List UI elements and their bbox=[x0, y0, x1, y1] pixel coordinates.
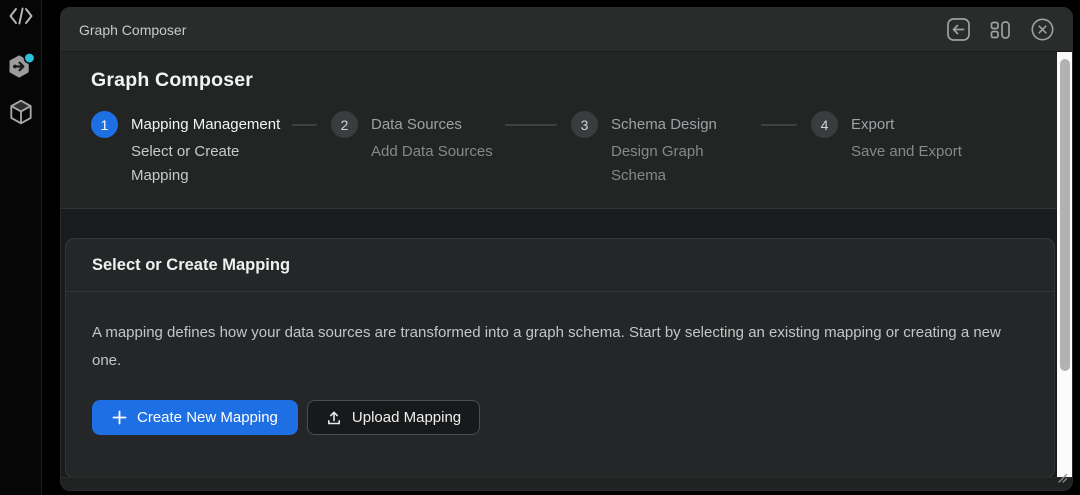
step-sublabel: Design Graph Schema bbox=[611, 143, 704, 184]
step-label: Schema Design bbox=[611, 116, 717, 133]
step-label: Mapping Management bbox=[131, 116, 281, 133]
step-data-sources[interactable]: 2 Data Sources Add Data Sources bbox=[331, 111, 571, 187]
notification-badge bbox=[23, 52, 35, 64]
step-connector bbox=[761, 124, 797, 126]
step-mapping-management[interactable]: 1 Mapping Management Select or Create Ma… bbox=[91, 111, 331, 187]
close-icon[interactable] bbox=[1029, 17, 1055, 43]
create-new-mapping-button[interactable]: Create New Mapping bbox=[92, 400, 298, 435]
back-icon[interactable] bbox=[945, 17, 971, 43]
code-icon[interactable] bbox=[6, 2, 36, 30]
scrollbar-track[interactable] bbox=[1057, 52, 1072, 477]
select-or-create-mapping-card: Select or Create Mapping A mapping defin… bbox=[65, 238, 1055, 477]
step-connector bbox=[504, 124, 557, 126]
scroll-content: Graph Composer 1 Mapping Management Sele… bbox=[61, 52, 1057, 477]
step-number-badge: 4 bbox=[811, 111, 838, 138]
card-actions: Create New Mapping Upload Mapping bbox=[92, 400, 1028, 435]
app-sidebar bbox=[0, 0, 42, 495]
step-sublabel: Add Data Sources bbox=[371, 143, 493, 160]
step-label: Export bbox=[851, 116, 895, 133]
upload-icon bbox=[326, 410, 342, 426]
plugin-icon[interactable] bbox=[6, 50, 36, 82]
window-title: Graph Composer bbox=[79, 21, 187, 38]
window-titlebar: Graph Composer bbox=[61, 8, 1072, 52]
titlebar-actions bbox=[945, 17, 1055, 43]
step-sublabel: Select or Create Mapping bbox=[131, 143, 240, 184]
wizard-stepper: 1 Mapping Management Select or Create Ma… bbox=[91, 111, 1051, 187]
card-title: Select or Create Mapping bbox=[92, 256, 291, 274]
resize-grip-icon[interactable] bbox=[1057, 470, 1068, 488]
step-number-badge: 2 bbox=[331, 111, 358, 138]
wizard-header-section: Graph Composer 1 Mapping Management Sele… bbox=[61, 52, 1057, 209]
step-label: Data Sources bbox=[371, 116, 462, 133]
plus-icon bbox=[112, 410, 127, 425]
window-footer bbox=[61, 474, 1072, 490]
graph-composer-window: Graph Composer Graph Composer 1 Mapping … bbox=[60, 7, 1073, 491]
create-new-mapping-label: Create New Mapping bbox=[137, 409, 278, 426]
window-body: Graph Composer 1 Mapping Management Sele… bbox=[61, 52, 1072, 477]
step-schema-design[interactable]: 3 Schema Design Design Graph Schema bbox=[571, 111, 811, 187]
card-description: A mapping defines how your data sources … bbox=[92, 324, 1001, 369]
panel-layout-icon[interactable] bbox=[987, 17, 1013, 43]
step-number-badge: 1 bbox=[91, 111, 118, 138]
card-body: A mapping defines how your data sources … bbox=[66, 292, 1054, 462]
step-connector bbox=[292, 124, 317, 126]
upload-mapping-label: Upload Mapping bbox=[351, 409, 462, 426]
step-export[interactable]: 4 Export Save and Export bbox=[811, 111, 1051, 187]
step-number-badge: 3 bbox=[571, 111, 598, 138]
scrollbar-thumb[interactable] bbox=[1059, 59, 1070, 371]
cube-icon[interactable] bbox=[6, 98, 36, 126]
page-title: Graph Composer bbox=[91, 69, 254, 91]
upload-mapping-button[interactable]: Upload Mapping bbox=[306, 400, 481, 435]
step-sublabel: Save and Export bbox=[851, 143, 962, 160]
card-header: Select or Create Mapping bbox=[66, 239, 1054, 292]
